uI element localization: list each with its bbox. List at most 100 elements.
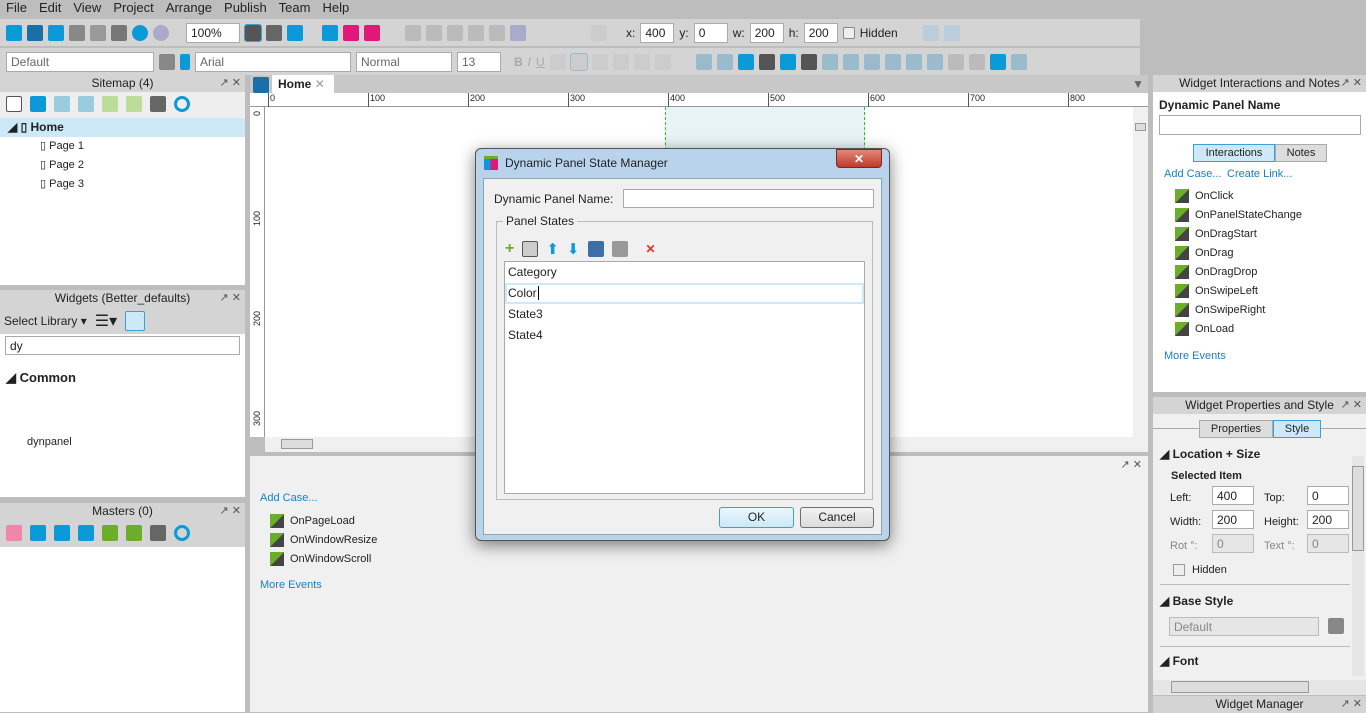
section-base-style[interactable]: ◢ Base Style [1160,594,1233,608]
search-icon[interactable] [125,310,146,331]
add-state-icon[interactable]: + [505,240,514,258]
width-input[interactable]: 200 [1212,510,1254,529]
text-rotation-input[interactable]: 0 [1307,534,1349,553]
add-case-link[interactable]: Add Case... [260,492,317,504]
add-case-link[interactable]: Add Case... [1164,168,1221,180]
widget-search-input[interactable]: dy [5,336,240,355]
unlock-icon[interactable] [1010,53,1027,70]
base-style-select[interactable]: Default [1169,617,1319,636]
top-input[interactable]: 0 [1307,486,1349,505]
align-objects-right-icon[interactable] [863,53,880,70]
event-onwindowscroll[interactable]: OnWindowScroll [270,549,377,568]
distribute-h-icon[interactable] [947,53,964,70]
bold-icon[interactable]: B [514,55,523,69]
popout-close-icons[interactable]: ↗ ✕ [1341,397,1363,414]
ungroup-icon[interactable] [716,53,733,70]
fill-color-icon[interactable] [405,24,421,41]
x-input[interactable]: 400 [640,22,675,43]
italic-icon[interactable]: I [528,55,531,69]
align-objects-left-icon[interactable] [821,53,838,70]
event-onswipeleft[interactable]: OnSwipeLeft [1175,281,1302,300]
move-up-icon[interactable] [54,525,70,541]
menu-file[interactable]: File [0,0,33,17]
panel-name-input[interactable] [623,189,874,208]
delete-state-icon[interactable]: ✕ [646,242,656,256]
section-location-size[interactable]: ◢ Location + Size [1160,447,1260,461]
save-icon[interactable] [48,24,64,41]
hidden-checkbox[interactable] [842,26,855,39]
popout-close-icons[interactable]: ↗ ✕ [1341,75,1363,92]
popout-close-icons[interactable]: ↗ ✕ [1121,458,1143,471]
menu-view[interactable]: View [67,0,107,17]
add-folder-icon[interactable] [30,525,46,541]
send-back-icon[interactable] [758,53,775,70]
link-icon[interactable] [633,53,650,70]
sitemap-page[interactable]: ▯ Page 3 [0,175,245,194]
paste-icon[interactable] [111,24,127,41]
add-master-icon[interactable] [6,525,22,541]
cut-icon[interactable] [69,24,85,41]
sitemap-page[interactable]: ▯ Page 2 [0,156,245,175]
menu-team[interactable]: Team [273,0,317,17]
send-backward-icon[interactable] [800,53,817,70]
outdent-icon[interactable] [126,525,142,541]
close-button[interactable]: ✕ [836,149,882,168]
event-ondrag[interactable]: OnDrag [1175,243,1302,262]
publish-icon[interactable] [364,24,380,41]
align-middle-icon[interactable] [905,53,922,70]
duplicate-state-icon[interactable] [522,241,539,257]
event-onclick[interactable]: OnClick [1175,186,1302,205]
left-input[interactable]: 400 [1212,486,1254,505]
delete-page-icon[interactable] [150,96,166,112]
font-select[interactable]: Arial [195,51,351,72]
redo-icon[interactable] [153,24,169,41]
menu-icon[interactable]: ☰▾ [95,311,117,331]
rotation-input[interactable]: 0 [1212,534,1254,553]
cancel-button[interactable]: Cancel [800,507,874,528]
lock-icon[interactable] [989,53,1006,70]
style-editor-icon[interactable] [1328,618,1344,634]
indent-icon[interactable] [102,96,118,112]
scroll-thumb[interactable] [1135,123,1146,131]
add-page-icon[interactable] [6,96,22,112]
state-item[interactable]: State3 [505,304,864,325]
align-left-icon[interactable] [549,53,566,70]
popout-close-icons[interactable]: ↗ ✕ [220,75,242,92]
group-icon[interactable] [695,53,712,70]
create-link-link[interactable]: Create Link... [1227,168,1292,180]
style-editor-icon[interactable] [159,53,175,70]
bullets-icon[interactable] [612,53,629,70]
move-down-icon[interactable] [78,525,94,541]
event-ondragstart[interactable]: OnDragStart [1175,224,1302,243]
edit-all-states-icon[interactable] [611,241,628,257]
tab-notes[interactable]: Notes [1275,144,1327,162]
align-center-icon[interactable] [569,52,588,71]
y-input[interactable]: 0 [693,22,728,43]
tab-style[interactable]: Style [1273,420,1321,438]
font-color-icon[interactable] [654,53,671,70]
import-icon[interactable] [922,24,939,41]
export-icon[interactable] [943,24,960,41]
new-file-icon[interactable] [6,24,22,41]
bring-forward-icon[interactable] [779,53,796,70]
format-painter-icon[interactable] [180,53,190,70]
widget-group-common[interactable]: ◢ Common [6,370,76,386]
align-bottom-icon[interactable] [926,53,943,70]
move-down-icon[interactable]: ⬇ [567,240,580,258]
sitemap-home[interactable]: ◢ ▯ Home [0,118,245,137]
properties-scrollbar[interactable] [1352,456,1364,676]
h-input[interactable]: 200 [803,22,838,43]
section-font[interactable]: ◢ Font [1160,654,1199,668]
select-library-dropdown[interactable]: Select Library ▾ [4,314,87,328]
copy-icon[interactable] [90,24,106,41]
select-contained-icon[interactable] [266,24,282,41]
open-folder-icon[interactable] [27,24,43,41]
tab-interactions[interactable]: Interactions [1193,144,1275,162]
indent-icon[interactable] [102,525,118,541]
bring-front-icon[interactable] [737,53,754,70]
text-align-icon[interactable] [591,24,607,41]
menu-publish[interactable]: Publish [218,0,273,17]
arrow-style-icon[interactable] [468,24,484,41]
tab-properties[interactable]: Properties [1199,420,1273,438]
close-tab-icon[interactable]: ✕ [315,77,325,91]
